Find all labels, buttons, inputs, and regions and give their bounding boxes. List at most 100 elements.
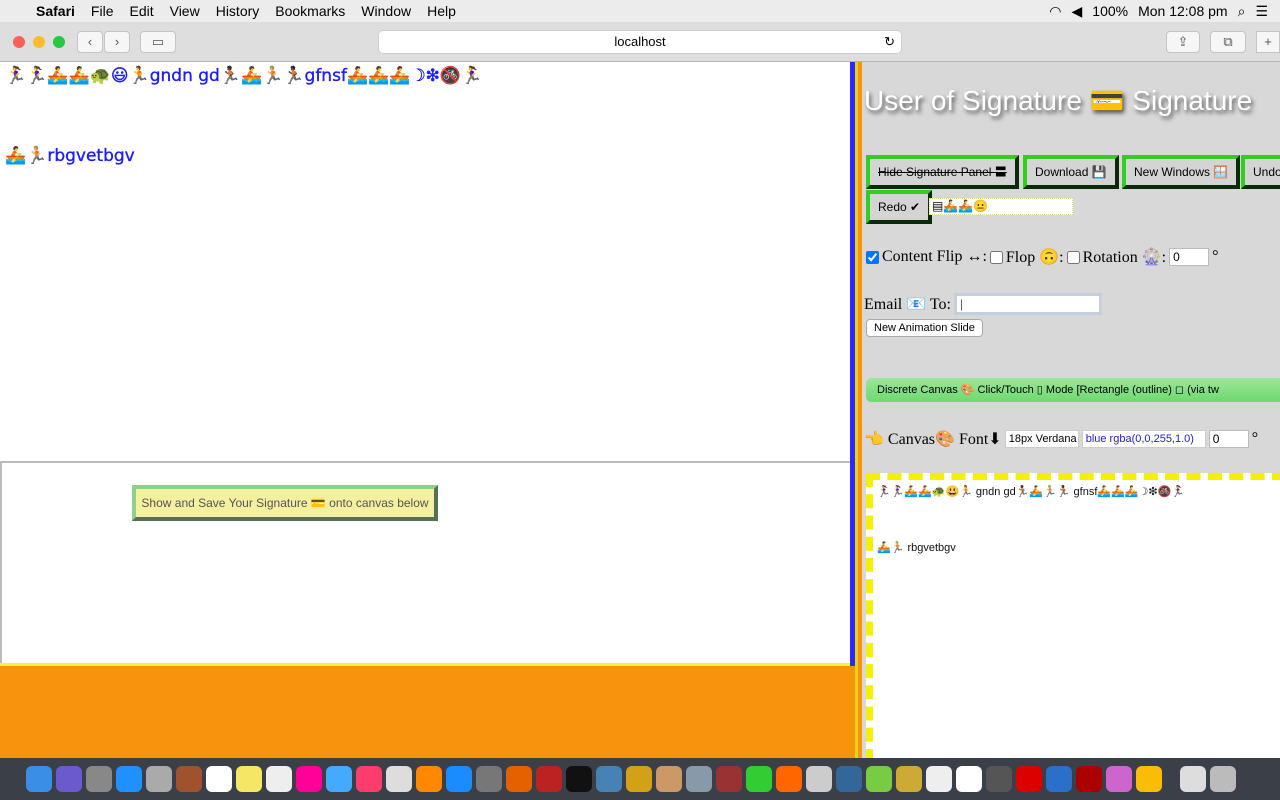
music-icon[interactable]: [356, 766, 382, 792]
contacts-icon[interactable]: [176, 766, 202, 792]
zoom-window-button[interactable]: [53, 36, 65, 48]
menu-history[interactable]: History: [208, 3, 268, 19]
signature-line-2: 🚣🏃🏼rbgvetbgv: [5, 146, 135, 166]
sidebar-icon[interactable]: ▭: [140, 31, 176, 53]
dock: [0, 758, 1280, 800]
font-input[interactable]: 18px Verdana: [1004, 430, 1079, 448]
menu-app[interactable]: Safari: [28, 3, 83, 19]
calendar-icon[interactable]: [206, 766, 232, 792]
menu-window[interactable]: Window: [353, 3, 419, 19]
app-icon[interactable]: [1106, 766, 1132, 792]
panel-divider[interactable]: [855, 62, 862, 758]
terminal-icon[interactable]: [566, 766, 592, 792]
opera-icon[interactable]: [1016, 766, 1042, 792]
app-icon[interactable]: [896, 766, 922, 792]
photos-icon[interactable]: [296, 766, 322, 792]
share-icon[interactable]: ⇪: [1166, 31, 1200, 53]
emoji-input[interactable]: ▤🚣🚣😐: [929, 198, 1073, 215]
signature-canvas[interactable]: 🏃‍♀️🏃‍♀️🚣🚣🐢😃🏃 gndn gd🏃🏿🚣🏃🏼🏃🏿 gfnsf🚣🚣🚣☽❇🚳…: [866, 473, 1280, 758]
app-icon[interactable]: [686, 766, 712, 792]
flop-label: Flop 🙃:: [1005, 249, 1064, 266]
app-icon[interactable]: [596, 766, 622, 792]
degree-label-2: °: [1251, 430, 1259, 447]
flip-label: Content Flip ↔:: [882, 248, 987, 265]
firefox-icon[interactable]: [506, 766, 532, 792]
menu-bookmarks[interactable]: Bookmarks: [267, 3, 353, 19]
color-input[interactable]: blue rgba(0,0,255,1.0): [1081, 430, 1206, 448]
launchpad-icon[interactable]: [86, 766, 112, 792]
new-windows-button[interactable]: New Windows 🪟: [1122, 155, 1241, 189]
app-icon[interactable]: [716, 766, 742, 792]
canvas-line-2: 🚣🏃🏼 rbgvetbgv: [877, 542, 956, 554]
vscode-icon[interactable]: [1046, 766, 1072, 792]
download-button[interactable]: Download 💾: [1023, 155, 1119, 189]
url-text: localhost: [614, 34, 666, 49]
search-icon[interactable]: ⌕: [1238, 3, 1246, 20]
hide-panel-button[interactable]: Hide Signature Panel 〓: [866, 155, 1019, 189]
signature-panel: User of Signature 💳 Signature Hide Signa…: [862, 62, 1280, 758]
system-preferences-icon[interactable]: [476, 766, 502, 792]
notes-icon[interactable]: [236, 766, 262, 792]
flip-checkbox[interactable]: [866, 250, 879, 264]
email-label: Email 📧 To:: [864, 296, 951, 313]
back-button[interactable]: ‹: [77, 31, 103, 53]
menu-help[interactable]: Help: [419, 3, 464, 19]
safari-icon[interactable]: [116, 766, 142, 792]
app-icon[interactable]: [146, 766, 172, 792]
app-icon[interactable]: [626, 766, 652, 792]
list-icon[interactable]: ☰: [1255, 3, 1268, 20]
menu-view[interactable]: View: [162, 3, 208, 19]
canvas-font-label: 👈 Canvas🎨 Font⬇: [864, 431, 1002, 448]
downloads-icon[interactable]: [1180, 766, 1206, 792]
app-icon[interactable]: [806, 766, 832, 792]
new-tab-icon[interactable]: +: [1256, 31, 1280, 53]
font-rotation-input[interactable]: 0: [1208, 430, 1249, 448]
reminders-icon[interactable]: [266, 766, 292, 792]
signature-box: Show and Save Your Signature 💳 onto canv…: [0, 461, 852, 665]
flop-checkbox[interactable]: [989, 250, 1003, 264]
forward-button[interactable]: ›: [104, 31, 130, 53]
trash-icon[interactable]: [1210, 766, 1236, 792]
clock[interactable]: Mon 12:08 pm: [1138, 3, 1228, 20]
app-icon[interactable]: [836, 766, 862, 792]
avast-icon[interactable]: [776, 766, 802, 792]
rotation-checkbox[interactable]: [1066, 250, 1080, 264]
preview-icon[interactable]: [386, 766, 412, 792]
app-icon[interactable]: [926, 766, 952, 792]
app-icon[interactable]: [656, 766, 682, 792]
canvas-mode-select[interactable]: Discrete Canvas 🎨 Click/Touch ▯ Mode [Re…: [866, 378, 1280, 402]
menu-file[interactable]: File: [83, 3, 122, 19]
app-icon[interactable]: [986, 766, 1012, 792]
signature-display: 🏃‍♀️🏃‍♀️🚣🚣🐢😃🏃gndn gd🏃🏿🚣🏃🏼🏃🏿gfnsf🚣🚣🚣☽❇🚳🏃‍…: [0, 62, 858, 758]
redo-button[interactable]: Redo ✔: [866, 190, 933, 224]
rotation-label: Rotation 🎡:: [1082, 249, 1167, 266]
android-studio-icon[interactable]: [866, 766, 892, 792]
wifi-icon[interactable]: ◠: [1049, 3, 1061, 20]
finder-icon[interactable]: [26, 766, 52, 792]
menu-edit[interactable]: Edit: [121, 3, 161, 19]
rotation-input[interactable]: 0: [1169, 248, 1210, 266]
books-icon[interactable]: [416, 766, 442, 792]
minimize-window-button[interactable]: [33, 36, 45, 48]
signature-line-1: 🏃‍♀️🏃‍♀️🚣🚣🐢😃🏃gndn gd🏃🏿🚣🏃🏼🏃🏿gfnsf🚣🚣🚣☽❇🚳🏃‍…: [5, 66, 483, 86]
email-input[interactable]: |: [953, 293, 1102, 315]
undo-button[interactable]: Undo: [1241, 155, 1280, 189]
new-animation-slide-button[interactable]: New Animation Slide: [866, 319, 983, 337]
chrome-icon[interactable]: [1136, 766, 1162, 792]
app-store-icon[interactable]: [446, 766, 472, 792]
menu-bar: Safari File Edit View History Bookmarks …: [0, 0, 1280, 22]
facetime-icon[interactable]: [746, 766, 772, 792]
battery-percent[interactable]: 100%: [1092, 3, 1128, 20]
acrobat-icon[interactable]: [1076, 766, 1102, 792]
volume-icon[interactable]: ◀: [1072, 3, 1083, 20]
reload-icon[interactable]: ↻: [884, 31, 895, 53]
siri-icon[interactable]: [56, 766, 82, 792]
messages-icon[interactable]: [326, 766, 352, 792]
footer-area: [0, 666, 858, 758]
show-save-signature-button[interactable]: Show and Save Your Signature 💳 onto canv…: [132, 485, 438, 521]
address-bar[interactable]: localhost ↻: [378, 30, 902, 54]
filezilla-icon[interactable]: [536, 766, 562, 792]
tabs-icon[interactable]: ⧉: [1210, 31, 1246, 53]
document-icon[interactable]: [956, 766, 982, 792]
close-window-button[interactable]: [13, 36, 25, 48]
